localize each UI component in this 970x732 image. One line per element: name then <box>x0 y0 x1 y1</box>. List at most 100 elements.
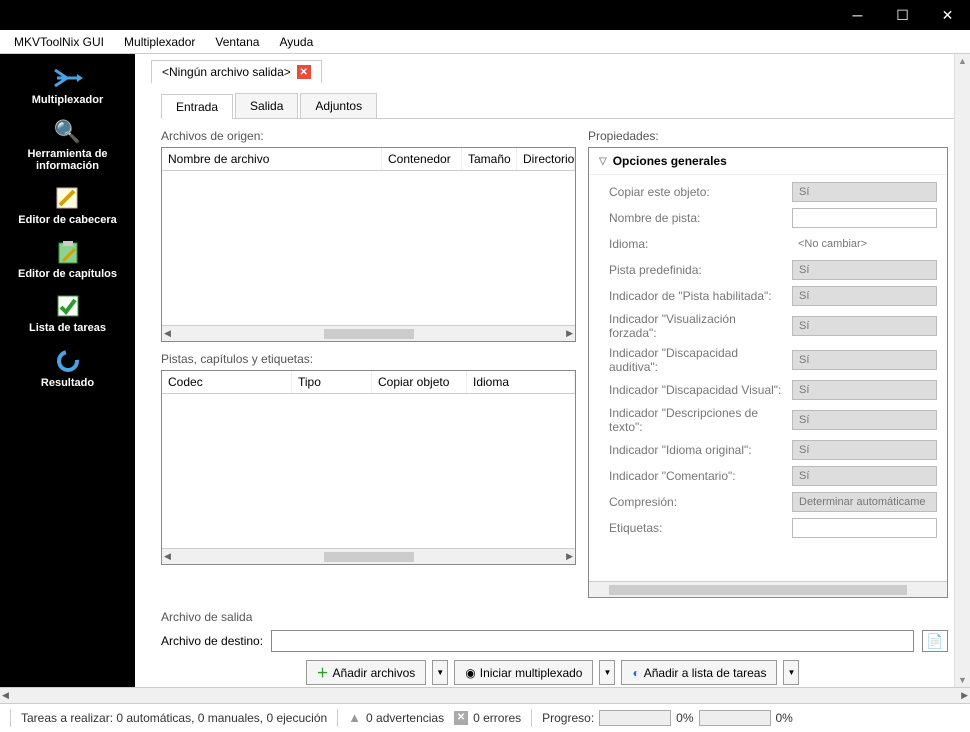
document-tab[interactable]: <Ningún archivo salida> ✕ <box>151 60 322 83</box>
content-area: <Ningún archivo salida> ✕ Entrada Salida… <box>135 54 970 687</box>
status-warnings: ▲ 0 advertencias <box>348 710 444 725</box>
property-value[interactable] <box>792 518 937 538</box>
sidebar-item-task-list[interactable]: Lista de tareas <box>0 288 135 342</box>
pencil-note-icon <box>52 184 84 212</box>
output-dest-input[interactable] <box>271 630 914 652</box>
sources-label: Archivos de origen: <box>161 129 576 143</box>
maximize-button[interactable]: ☐ <box>880 0 925 30</box>
property-value[interactable]: Sí <box>792 410 937 430</box>
sidebar-item-result[interactable]: Resultado <box>0 343 135 397</box>
add-files-button[interactable]: ＋ Añadir archivos <box>306 660 427 685</box>
add-queue-dropdown[interactable]: ▼ <box>783 660 799 685</box>
properties-panel: ▽ Opciones generales Copiar este objeto:… <box>588 147 948 598</box>
sidebar-item-label: Lista de tareas <box>29 322 106 334</box>
property-row: Idioma:<No cambiar> <box>589 231 947 257</box>
property-label: Copiar este objeto: <box>609 185 784 199</box>
progress-bar-1 <box>599 710 671 726</box>
queue-icon: ◐ <box>632 666 639 680</box>
sidebar-item-info[interactable]: 🔍 Herramienta de información <box>0 114 135 180</box>
property-label: Indicador "Comentario": <box>609 469 784 483</box>
sidebar-item-label: Resultado <box>41 377 94 389</box>
col-copy[interactable]: Copiar objeto <box>372 371 467 393</box>
document-tab-title: <Ningún archivo salida> <box>162 65 291 79</box>
merge-icon <box>52 64 84 92</box>
menu-app[interactable]: MKVToolNix GUI <box>4 32 114 52</box>
sidebar-item-multiplexor[interactable]: Multiplexador <box>0 60 135 114</box>
property-row: Etiquetas: <box>589 515 947 541</box>
start-mux-button[interactable]: ◉ Iniciar multiplexado <box>454 660 593 685</box>
sidebar-item-chapter-editor[interactable]: Editor de capítulos <box>0 234 135 288</box>
minimize-button[interactable]: ─ <box>835 0 880 30</box>
add-queue-label: Añadir a lista de tareas <box>644 666 767 680</box>
col-size[interactable]: Tamaño <box>462 148 517 170</box>
chevron-down-icon: ▽ <box>599 156 607 167</box>
property-value[interactable] <box>792 208 937 228</box>
plus-icon: ＋ <box>317 664 329 681</box>
property-row: Indicador "Discapacidad auditiva":Sí <box>589 343 947 377</box>
output-section-label: Archivo de salida <box>161 610 948 624</box>
tab-entrada[interactable]: Entrada <box>161 94 233 119</box>
col-directory[interactable]: Directorio <box>517 148 575 170</box>
tracks-table[interactable]: Codec Tipo Copiar objeto Idioma ◀▶ <box>161 370 576 565</box>
property-row: Compresión: Determinar automáticame <box>589 489 947 515</box>
start-mux-label: Iniciar multiplexado <box>480 666 583 680</box>
property-value[interactable]: Determinar automáticame <box>792 492 937 512</box>
close-tab-icon[interactable]: ✕ <box>297 65 311 79</box>
menu-window[interactable]: Ventana <box>205 32 269 52</box>
properties-group-header[interactable]: ▽ Opciones generales <box>589 148 947 175</box>
property-row: Pista predefinida: Sí <box>589 257 947 283</box>
sidebar: Multiplexador 🔍 Herramienta de informaci… <box>0 54 135 687</box>
tracks-body[interactable] <box>162 394 575 548</box>
property-value[interactable]: Sí <box>792 316 937 336</box>
property-value[interactable]: Sí <box>792 260 937 280</box>
col-filename[interactable]: Nombre de archivo <box>162 148 382 170</box>
property-label: Compresión: <box>609 495 784 509</box>
property-label: Etiquetas: <box>609 521 784 535</box>
clipboard-pencil-icon <box>52 238 84 266</box>
property-value[interactable]: Sí <box>792 466 937 486</box>
sidebar-item-header-editor[interactable]: Editor de cabecera <box>0 180 135 234</box>
col-language[interactable]: Idioma <box>467 371 575 393</box>
property-label: Pista predefinida: <box>609 263 784 277</box>
property-value[interactable]: <No cambiar> <box>792 234 937 254</box>
menu-multiplexor[interactable]: Multiplexador <box>114 32 205 52</box>
property-row: Nombre de pista: <box>589 205 947 231</box>
browse-output-button[interactable]: 📄 <box>922 630 948 652</box>
tab-adjuntos[interactable]: Adjuntos <box>300 93 377 118</box>
sources-body[interactable] <box>162 171 575 325</box>
col-codec[interactable]: Codec <box>162 371 292 393</box>
sources-hscroll[interactable]: ◀▶ <box>162 325 575 341</box>
content-hscroll[interactable]: ◀▶ <box>0 687 970 703</box>
sources-table[interactable]: Nombre de archivo Contenedor Tamaño Dire… <box>161 147 576 342</box>
properties-hscroll[interactable] <box>589 581 947 597</box>
start-mux-dropdown[interactable]: ▼ <box>599 660 615 685</box>
checklist-icon <box>52 292 84 320</box>
property-value[interactable]: Sí <box>792 350 937 370</box>
tracks-hscroll[interactable]: ◀▶ <box>162 548 575 564</box>
property-row: Indicador "Idioma original": Sí <box>589 437 947 463</box>
property-label: Indicador "Idioma original": <box>609 443 784 457</box>
col-type[interactable]: Tipo <box>292 371 372 393</box>
add-files-dropdown[interactable]: ▼ <box>432 660 448 685</box>
tab-salida[interactable]: Salida <box>235 93 298 118</box>
add-queue-button[interactable]: ◐ Añadir a lista de tareas <box>621 660 777 685</box>
menu-help[interactable]: Ayuda <box>269 32 323 52</box>
warning-icon: ▲ <box>348 710 361 725</box>
spinner-icon <box>52 347 84 375</box>
property-label: Indicador "Visualización forzada": <box>609 312 784 340</box>
close-button[interactable]: ✕ <box>925 0 970 30</box>
menubar: MKVToolNix GUI Multiplexador Ventana Ayu… <box>0 30 970 54</box>
property-value[interactable]: Sí <box>792 380 937 400</box>
property-value[interactable]: Sí <box>792 440 937 460</box>
sidebar-item-label: Editor de capítulos <box>18 268 117 280</box>
vertical-scrollbar[interactable] <box>954 54 970 687</box>
property-row: Indicador "Descripciones de texto":Sí <box>589 403 947 437</box>
col-container[interactable]: Contenedor <box>382 148 462 170</box>
sidebar-item-label: Herramienta de información <box>2 148 133 172</box>
output-dest-label: Archivo de destino: <box>161 634 263 648</box>
window-titlebar: ─ ☐ ✕ <box>0 0 970 30</box>
property-value[interactable]: Sí <box>792 182 937 202</box>
properties-group-title: Opciones generales <box>613 154 727 168</box>
property-value[interactable]: Sí <box>792 286 937 306</box>
error-icon: ✕ <box>454 711 468 725</box>
